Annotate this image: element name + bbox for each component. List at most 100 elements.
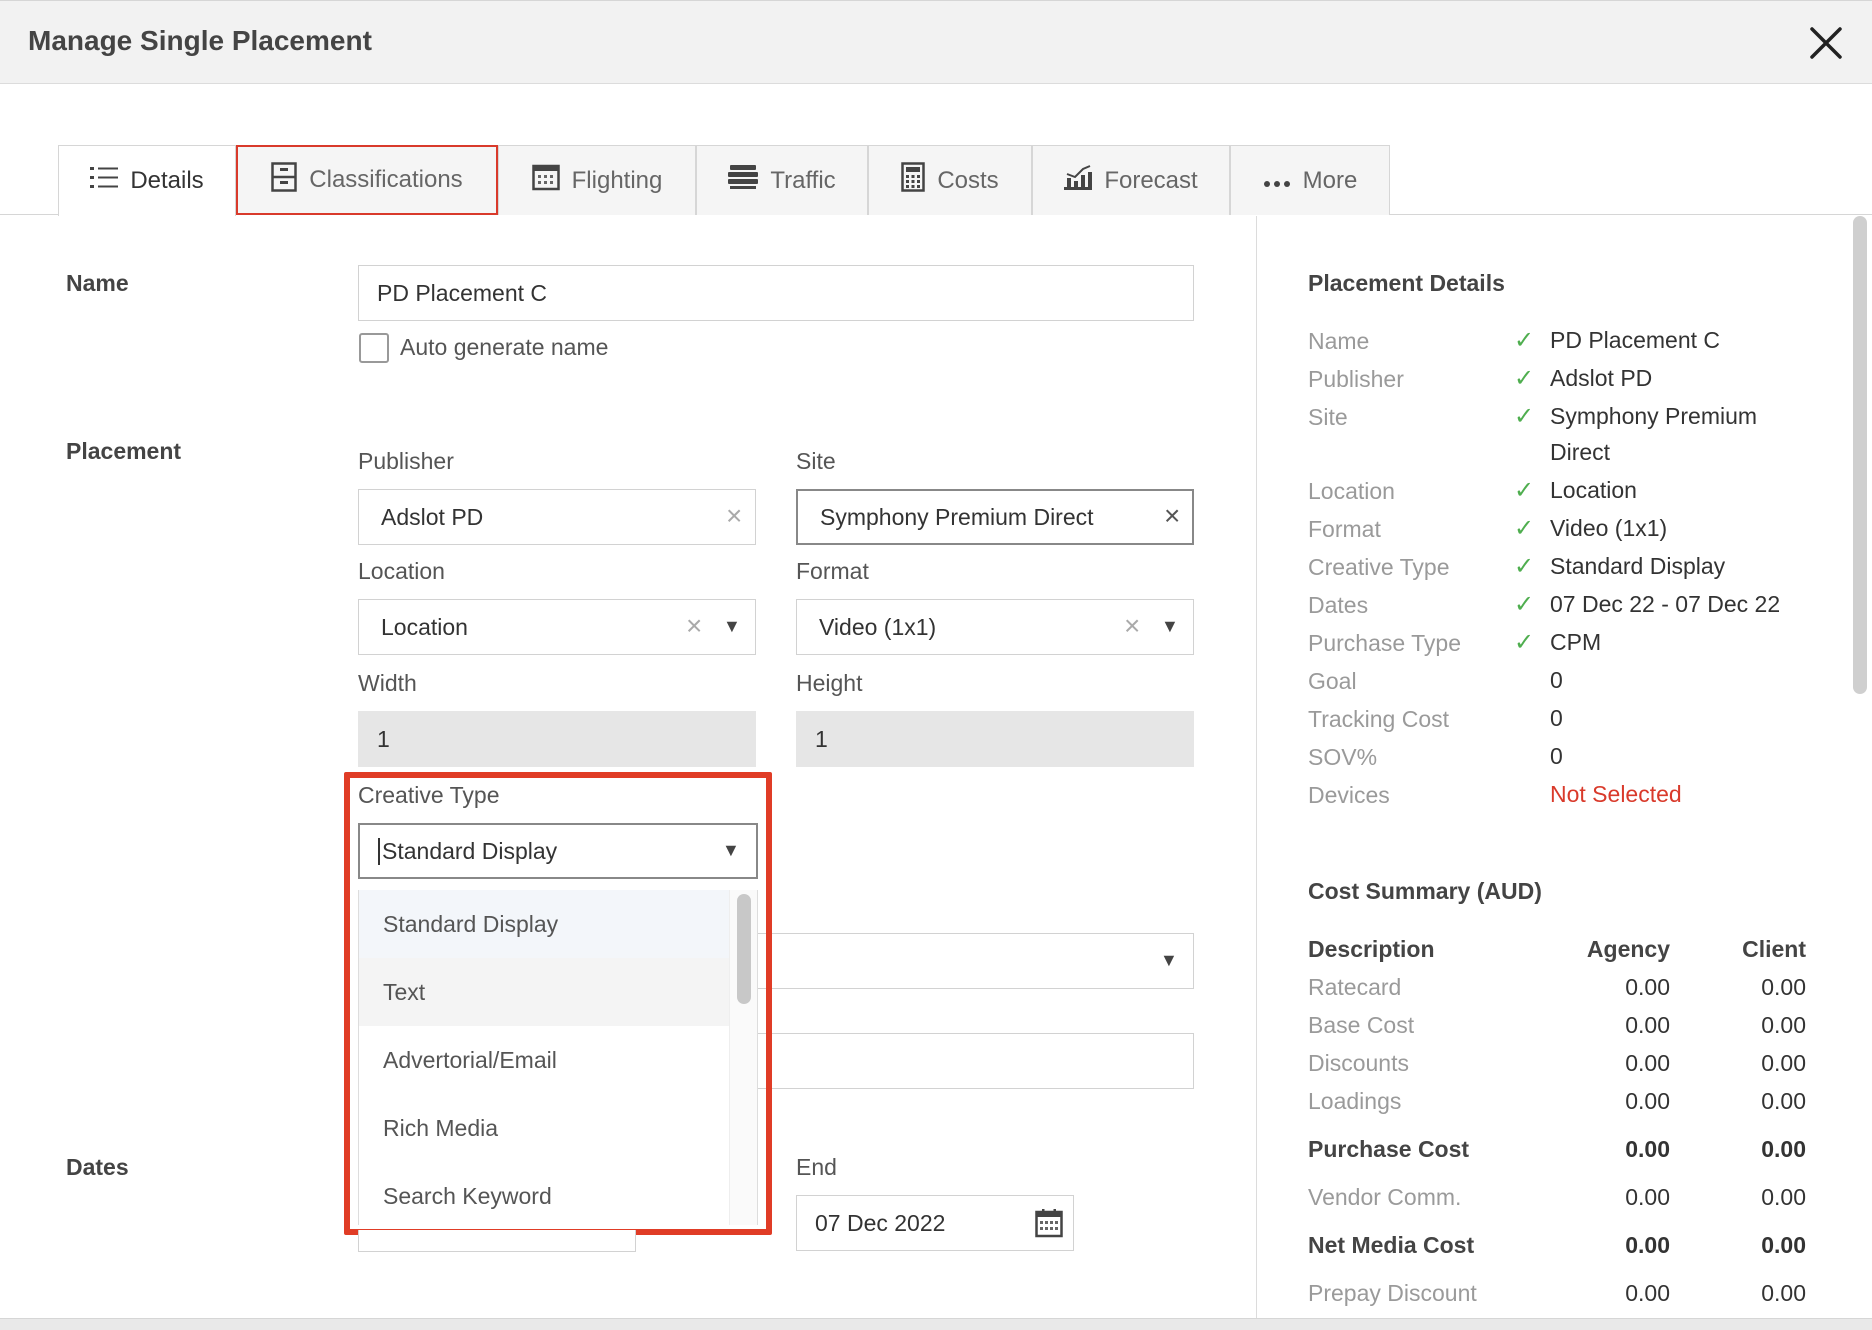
cost-agency-value: 0.00 [1625,1012,1670,1038]
cost-client-value: 0.00 [1761,1050,1806,1076]
panel-scroll-thumb[interactable] [1853,216,1867,694]
detail-value: PD Placement C [1550,327,1721,353]
dropdown-option[interactable]: Rich Media [359,1094,757,1162]
obscured-select[interactable]: ▼ [758,933,1194,989]
auto-generate-checkbox[interactable] [359,333,389,363]
server-icon [728,164,759,197]
check-icon: ✓ [1514,477,1535,504]
tab-label: Details [130,167,204,194]
format-select[interactable]: Video (1x1) × ▼ [796,599,1194,655]
detail-value: Symphony Premium Direct [1550,403,1758,465]
check-icon: ✓ [1514,553,1535,580]
start-date-input[interactable] [358,1230,636,1252]
cost-col-agency: Agency [1586,936,1670,962]
tab-flighting[interactable]: Flighting [498,145,696,215]
cost-agency-value: 0.00 [1625,1136,1670,1162]
tab-forecast[interactable]: Forecast [1032,145,1230,215]
auto-generate-label: Auto generate name [400,334,609,360]
cost-client-value: 0.00 [1761,974,1806,1000]
tab-traffic[interactable]: Traffic [696,145,868,215]
detail-label: Dates [1308,592,1369,618]
detail-label: Name [1308,328,1370,354]
detail-label: Devices [1308,782,1390,808]
dropdown-scrollbar[interactable] [729,890,757,1225]
close-icon[interactable] [1808,25,1844,61]
cost-col-client: Client [1742,936,1806,962]
clear-publisher-icon[interactable]: × [726,502,742,530]
detail-label: Creative Type [1308,554,1450,580]
dropdown-option[interactable]: Search Keyword [359,1162,757,1225]
publisher-value: Adslot PD [381,503,484,530]
format-label: Format [796,558,869,584]
devices-status: Not Selected [1550,781,1682,807]
cost-agency-value: 0.00 [1625,1050,1670,1076]
chevron-down-icon[interactable]: ▼ [722,840,740,861]
cost-row-label: Net Media Cost [1308,1232,1475,1258]
cost-col-description: Description [1308,936,1435,962]
tab-label: Traffic [770,166,836,194]
cost-row-label: Purchase Cost [1308,1136,1470,1162]
cost-row-label: Prepay Discount [1308,1280,1477,1306]
detail-value: 0 [1550,743,1563,769]
tab-label: More [1302,166,1358,194]
clear-format-icon[interactable]: × [1124,612,1140,640]
ellipsis-icon [1263,167,1291,195]
dropdown-scroll-thumb[interactable] [737,894,751,1004]
name-section-label: Name [66,270,129,296]
dropdown-option[interactable]: Standard Display [359,890,757,958]
tab-label: Classifications [309,166,463,193]
tab-details[interactable]: Details [58,145,236,216]
detail-label: Tracking Cost [1308,706,1450,732]
width-value: 1 [377,725,390,752]
detail-value: 07 Dec 22 - 07 Dec 22 [1550,591,1781,617]
detail-label: Location [1308,478,1395,504]
end-date-input[interactable]: 07 Dec 2022 [796,1195,1074,1251]
dropdown-option[interactable]: Text [359,958,757,1026]
placement-details-title: Placement Details [1308,270,1505,296]
check-icon: ✓ [1514,515,1535,542]
name-input[interactable]: PD Placement C [358,265,1194,321]
detail-value: Adslot PD [1550,365,1653,391]
chevron-down-icon[interactable]: ▼ [723,616,741,637]
cost-row-label: Discounts [1308,1050,1409,1076]
obscured-input[interactable] [758,1033,1194,1089]
cost-client-value: 0.00 [1761,1232,1806,1258]
publisher-select[interactable]: Adslot PD × [358,489,756,545]
cost-client-value: 0.00 [1761,1280,1806,1306]
tab-classifications[interactable]: Classifications [236,145,498,215]
height-label: Height [796,670,863,696]
detail-label: Goal [1308,668,1357,694]
cost-client-value: 0.00 [1761,1136,1806,1162]
clear-site-icon[interactable]: × [1164,502,1180,530]
site-value: Symphony Premium Direct [820,503,1094,530]
detail-label: Purchase Type [1308,630,1462,656]
cost-agency-value: 0.00 [1625,974,1670,1000]
format-value: Video (1x1) [819,613,937,640]
creative-type-select[interactable]: Standard Display ▼ [358,823,758,879]
cost-row-label: Base Cost [1308,1012,1415,1038]
location-select[interactable]: Location × ▼ [358,599,756,655]
dates-section-label: Dates [66,1154,129,1180]
chevron-down-icon[interactable]: ▼ [1161,616,1179,637]
cost-client-value: 0.00 [1761,1012,1806,1038]
cabinet-icon [271,161,298,199]
site-select[interactable]: Symphony Premium Direct × [796,489,1194,545]
creative-type-dropdown: Standard Display Text Advertorial/Email … [358,890,758,1225]
tab-more[interactable]: More [1230,145,1390,215]
panel-divider [1256,216,1257,1330]
dropdown-option[interactable]: Advertorial/Email [359,1026,757,1094]
detail-label: SOV% [1308,744,1378,770]
chevron-down-icon[interactable]: ▼ [1160,950,1178,971]
list-icon [90,166,119,197]
calendar-icon[interactable] [1035,1208,1063,1244]
tab-label: Forecast [1104,166,1198,194]
tab-label: Costs [937,166,999,194]
tab-costs[interactable]: Costs [868,145,1032,215]
detail-label: Site [1308,404,1348,430]
cost-row-label: Ratecard [1308,974,1402,1000]
clear-location-icon[interactable]: × [686,612,702,640]
panel-scrollbar[interactable] [1851,216,1869,696]
detail-value: 0 [1550,705,1563,731]
publisher-label: Publisher [358,448,454,474]
chart-icon [1064,164,1093,197]
